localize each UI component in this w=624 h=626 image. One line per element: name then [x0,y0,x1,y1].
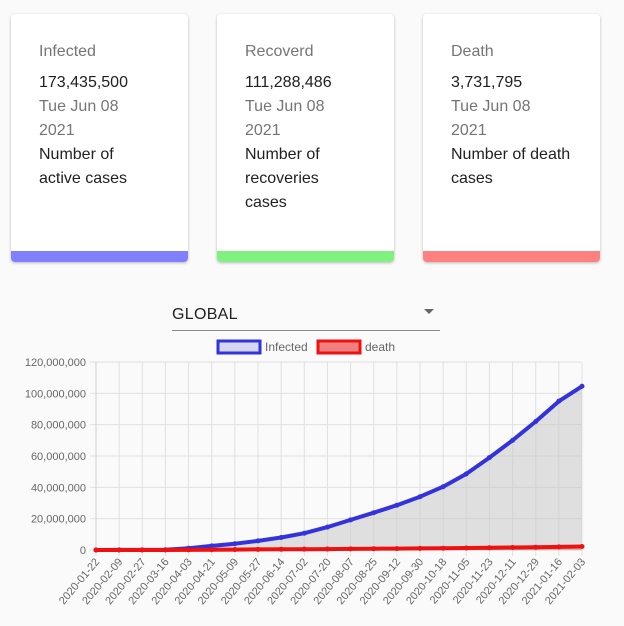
card-title: Recoverd [245,43,314,60]
data-point-death [486,545,492,551]
card-description: Number of death cases [451,146,571,187]
legend-swatch [216,339,262,355]
data-point-death [139,547,145,553]
card-date: Tue Jun 08 2021 [451,98,531,139]
card-count: 3,731,795 [451,74,523,91]
data-point-death [348,546,354,552]
data-point-infected [255,538,261,544]
legend-label: death [365,340,395,354]
data-point-death [116,547,122,553]
region-select-value: GLOBAL [172,306,238,323]
card-count: 173,435,500 [39,74,128,91]
data-point-death [186,547,192,553]
card-count: 111,288,486 [245,74,332,91]
data-point-infected [232,541,238,547]
data-point-infected [394,502,400,508]
data-point-infected [440,484,446,490]
data-point-infected [486,455,492,461]
data-point-death [93,547,99,553]
data-point-death [556,544,562,550]
data-point-infected [348,517,354,523]
data-point-death [255,546,261,552]
data-point-death [440,545,446,551]
data-point-death [510,545,516,551]
card-description: Number of active cases [39,146,128,187]
data-point-death [394,546,400,552]
data-point-death [417,545,423,551]
card-date: Tue Jun 08 2021 [245,98,325,139]
dropdown-arrow-icon[interactable] [424,309,434,314]
legend-swatch [316,339,362,355]
data-point-infected [533,419,539,425]
data-point-death [301,546,307,552]
y-tick-label: 0 [80,545,86,557]
data-point-death [463,545,469,551]
data-point-infected [463,471,469,477]
death-card: Death 3,731,795 Tue Jun 08 2021 Number o… [423,14,600,262]
data-point-infected [579,383,585,389]
data-point-infected [556,398,562,404]
card-color-bar [423,251,600,262]
card-date: Tue Jun 08 2021 [39,98,119,139]
y-tick-label: 20,000,000 [31,514,86,526]
y-tick-label: 80,000,000 [31,420,86,432]
recovered-card: Recoverd 111,288,486 Tue Jun 08 2021 Num… [217,14,394,262]
data-point-death [209,547,215,553]
y-tick-label: 60,000,000 [31,451,86,463]
data-point-infected [324,524,330,530]
card-title: Death [451,43,494,60]
data-point-death [278,546,284,552]
cases-line-chart: 120,000,000 100,000,000 80,000,000 60,000,0… [25,339,588,607]
data-point-infected [417,494,423,500]
data-point-infected [510,437,516,443]
card-color-bar [11,251,188,262]
data-point-infected [278,534,284,540]
card-description: Number of recoveries cases [245,146,320,211]
y-tick-label: 100,000,000 [25,388,86,400]
y-tick-label: 40,000,000 [31,482,86,494]
card-color-bar [217,251,394,262]
data-point-death [162,547,168,553]
data-point-infected [371,510,377,516]
region-select[interactable]: GLOBAL [172,302,440,331]
legend-label: Infected [265,340,308,354]
data-point-death [533,544,539,550]
data-point-death [371,546,377,552]
card-title: Infected [39,43,96,60]
data-point-death [579,543,585,549]
y-tick-label: 120,000,000 [25,357,86,369]
data-point-death [232,547,238,553]
data-point-death [324,546,330,552]
infected-card: Infected 173,435,500 Tue Jun 08 2021 Num… [11,14,188,262]
data-point-infected [301,530,307,536]
